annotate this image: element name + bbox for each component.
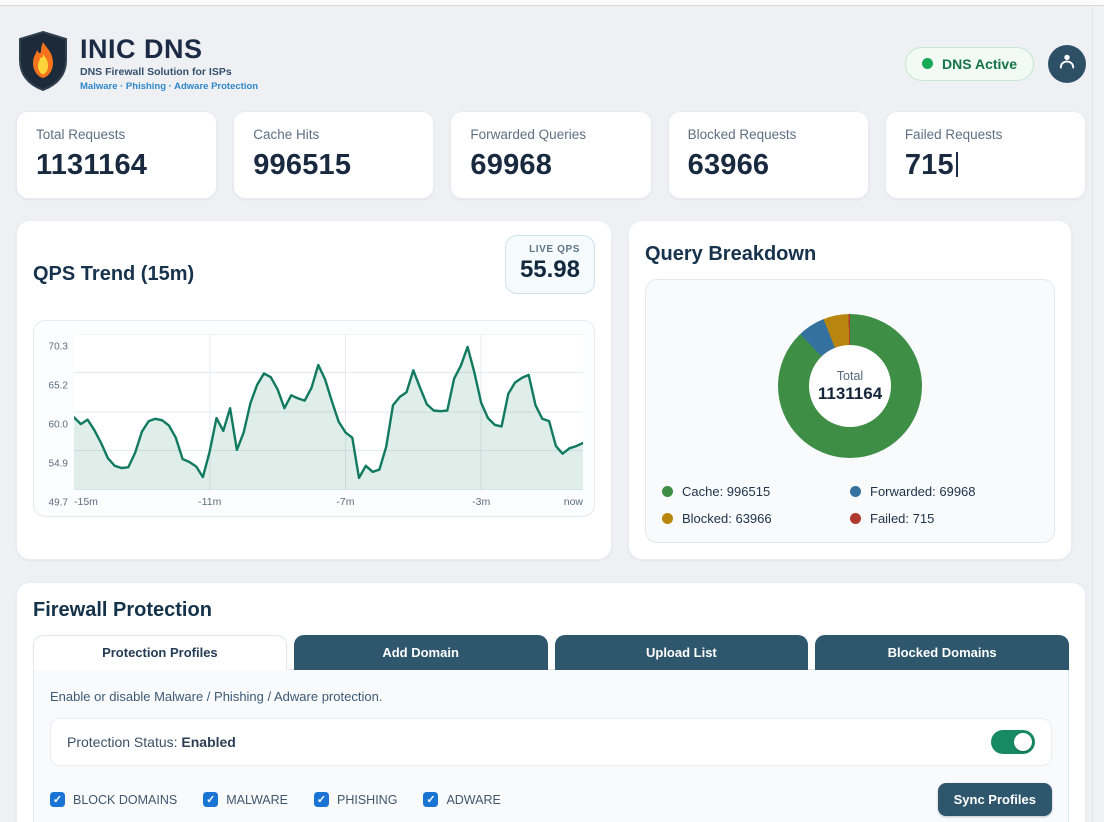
live-qps-box: LIVE QPS 55.98	[505, 235, 595, 294]
y-tick-label: 49.7	[49, 498, 68, 509]
sync-profiles-button[interactable]: Sync Profiles	[938, 783, 1052, 816]
checkbox-malware[interactable]: ✓ MALWARE	[203, 792, 288, 807]
protection-description: Enable or disable Malware / Phishing / A…	[50, 689, 1052, 704]
qps-panel-title: QPS Trend (15m)	[33, 263, 194, 286]
legend-item-cache: Cache: 996515	[662, 484, 850, 499]
x-tick-label: -11m	[198, 496, 221, 508]
live-qps-value: 55.98	[520, 256, 580, 284]
stat-label: Total Requests	[36, 127, 197, 142]
tab-protection-profiles[interactable]: Protection Profiles	[33, 635, 287, 670]
stat-label: Failed Requests	[905, 127, 1066, 142]
firewall-tabs: Protection Profiles Add Domain Upload Li…	[33, 635, 1069, 670]
qps-trend-panel: QPS Trend (15m) LIVE QPS 55.98 70.3 65.2 6…	[16, 220, 612, 560]
dns-active-badge: DNS Active	[905, 47, 1034, 81]
tab-blocked-domains[interactable]: Blocked Domains	[815, 635, 1069, 670]
tab-upload-list[interactable]: Upload List	[555, 635, 809, 670]
stat-value: 715	[905, 149, 1066, 182]
protection-checkboxes: ✓ BLOCK DOMAINS ✓ MALWARE ✓ PHISHING ✓	[50, 792, 501, 807]
qps-x-axis: -15m -11m -7m -3m now	[74, 490, 583, 510]
donut-chart-box: Total 1131164 Cache: 996515 Forwarded: 6…	[645, 279, 1055, 543]
y-tick-label: 70.3	[49, 342, 68, 353]
protection-profiles-panel: Enable or disable Malware / Phishing / A…	[33, 669, 1069, 822]
page-scrollbar[interactable]	[1092, 7, 1104, 822]
x-tick-label: now	[564, 496, 583, 508]
stat-card-blocked-requests: Blocked Requests 63966	[668, 111, 869, 199]
stat-card-failed-requests: Failed Requests 715	[885, 111, 1086, 199]
stat-value: 63966	[688, 149, 849, 182]
stat-card-cache-hits: Cache Hits 996515	[233, 111, 434, 199]
query-breakdown-panel: Query Breakdown Total 1131164 Cache: 996…	[628, 220, 1072, 560]
firewall-protection-card: Firewall Protection Protection Profiles …	[16, 582, 1086, 822]
qps-area-fill	[74, 347, 583, 490]
stat-value: 996515	[253, 149, 414, 182]
donut-center: Total 1131164	[809, 345, 891, 427]
legend-dot	[662, 486, 673, 497]
checkbox-checked-icon: ✓	[314, 792, 329, 807]
live-qps-label: LIVE QPS	[520, 244, 580, 255]
stat-label: Forwarded Queries	[470, 127, 631, 142]
donut-total-value: 1131164	[818, 384, 882, 404]
legend-dot	[662, 513, 673, 524]
legend-item-failed: Failed: 715	[850, 511, 1038, 526]
y-tick-label: 65.2	[49, 380, 68, 391]
shield-flame-logo-icon	[16, 30, 70, 97]
stat-value: 69968	[470, 149, 631, 182]
qps-y-axis: 70.365.260.054.949.7	[42, 334, 74, 490]
app-subtitle: DNS Firewall Solution for ISPs	[80, 66, 258, 78]
checkbox-checked-icon: ✓	[423, 792, 438, 807]
donut-legend: Cache: 996515 Forwarded: 69968 Blocked: …	[662, 484, 1038, 526]
header: INIC DNS DNS Firewall Solution for ISPs …	[16, 6, 1086, 97]
breakdown-panel-title: Query Breakdown	[645, 243, 1055, 266]
protection-status-value: Enabled	[181, 734, 235, 750]
checkbox-checked-icon: ✓	[203, 792, 218, 807]
checkbox-adware[interactable]: ✓ ADWARE	[423, 792, 500, 807]
x-tick-label: -7m	[336, 496, 354, 508]
stat-label: Cache Hits	[253, 127, 414, 142]
qps-plot	[74, 334, 583, 490]
qps-chart-box: 70.3 65.2 60.0 54.9 49.7 -15m -11m -7m -3m now	[33, 320, 595, 517]
app-logo: INIC DNS DNS Firewall Solution for ISPs …	[16, 30, 258, 97]
y-tick-label: 54.9	[49, 458, 68, 469]
legend-item-forwarded: Forwarded: 69968	[850, 484, 1038, 499]
toggle-knob-icon	[1014, 733, 1032, 751]
stat-label: Blocked Requests	[688, 127, 849, 142]
stat-card-forwarded-queries: Forwarded Queries 69968	[450, 111, 651, 199]
protection-status-text: Protection Status: Enabled	[67, 734, 236, 750]
donut-chart: Total 1131164	[778, 314, 922, 458]
qps-line-chart	[74, 334, 583, 490]
dns-active-label: DNS Active	[942, 56, 1017, 72]
app-title: INIC DNS	[80, 35, 258, 63]
app-tagline: Malware · Phishing · Adware Protection	[80, 81, 258, 92]
legend-item-blocked: Blocked: 63966	[662, 511, 850, 526]
user-avatar[interactable]	[1048, 45, 1086, 83]
donut-total-label: Total	[837, 369, 863, 383]
checkbox-phishing[interactable]: ✓ PHISHING	[314, 792, 397, 807]
person-icon	[1057, 51, 1077, 76]
x-tick-label: -15m	[74, 496, 98, 508]
text-caret	[956, 152, 958, 177]
protection-toggle[interactable]	[991, 730, 1035, 754]
legend-dot	[850, 486, 861, 497]
app-screen: INIC DNS DNS Firewall Solution for ISPs …	[0, 0, 1104, 822]
firewall-title: Firewall Protection	[33, 599, 1069, 622]
stats-row: Total Requests 1131164 Cache Hits 996515…	[16, 111, 1086, 199]
stat-card-total-requests: Total Requests 1131164	[16, 111, 217, 199]
x-tick-label: -3m	[472, 496, 490, 508]
checkbox-checked-icon: ✓	[50, 792, 65, 807]
protection-status-row: Protection Status: Enabled	[50, 718, 1052, 766]
checkbox-block-domains[interactable]: ✓ BLOCK DOMAINS	[50, 792, 177, 807]
tab-add-domain[interactable]: Add Domain	[294, 635, 548, 670]
legend-dot	[850, 513, 861, 524]
y-tick-label: 60.0	[49, 420, 68, 431]
stat-value: 1131164	[36, 149, 197, 182]
status-dot-icon	[922, 58, 933, 69]
